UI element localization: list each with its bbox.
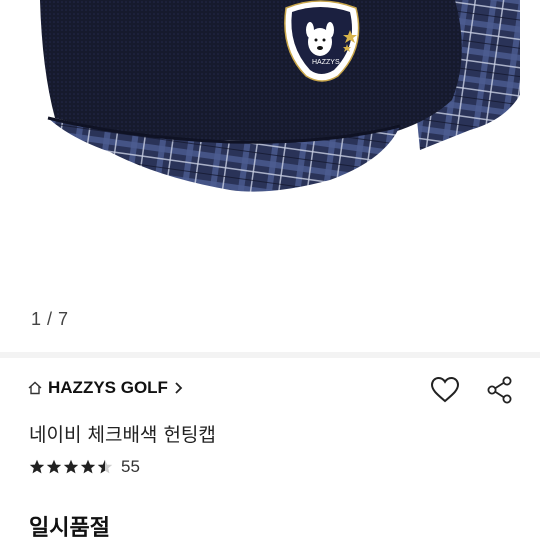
chevron-right-icon [175,382,183,394]
review-count: 55 [121,457,140,476]
image-page-indicator: 1 / 7 [31,309,69,329]
brand-name: HAZZYS GOLF [48,378,168,397]
product-title: 네이비 체크배색 헌팅캡 [29,424,216,446]
share-icon [487,376,512,404]
heart-icon [430,376,460,403]
wishlist-button[interactable] [429,374,461,406]
product-image: HAZZYS [40,0,520,192]
product-image-gallery[interactable]: HAZZYS 1 / 7 [0,0,540,352]
brand-link[interactable]: HAZZYS GOLF [28,378,184,398]
product-rating[interactable]: 55 [29,457,140,477]
share-button[interactable] [484,374,516,406]
star-icon [46,459,62,474]
svg-text:HAZZYS: HAZZYS [312,59,340,66]
star-icon [63,459,79,474]
half-star-icon [97,459,113,474]
product-info: HAZZYS GOLF 네이비 체크배색 헌팅캡 55 일시품절 [0,358,540,541]
stock-status: 일시품절 [29,516,110,541]
star-icon [29,459,45,474]
rating-stars [29,459,113,475]
star-icon [80,459,96,474]
home-icon [28,381,42,395]
